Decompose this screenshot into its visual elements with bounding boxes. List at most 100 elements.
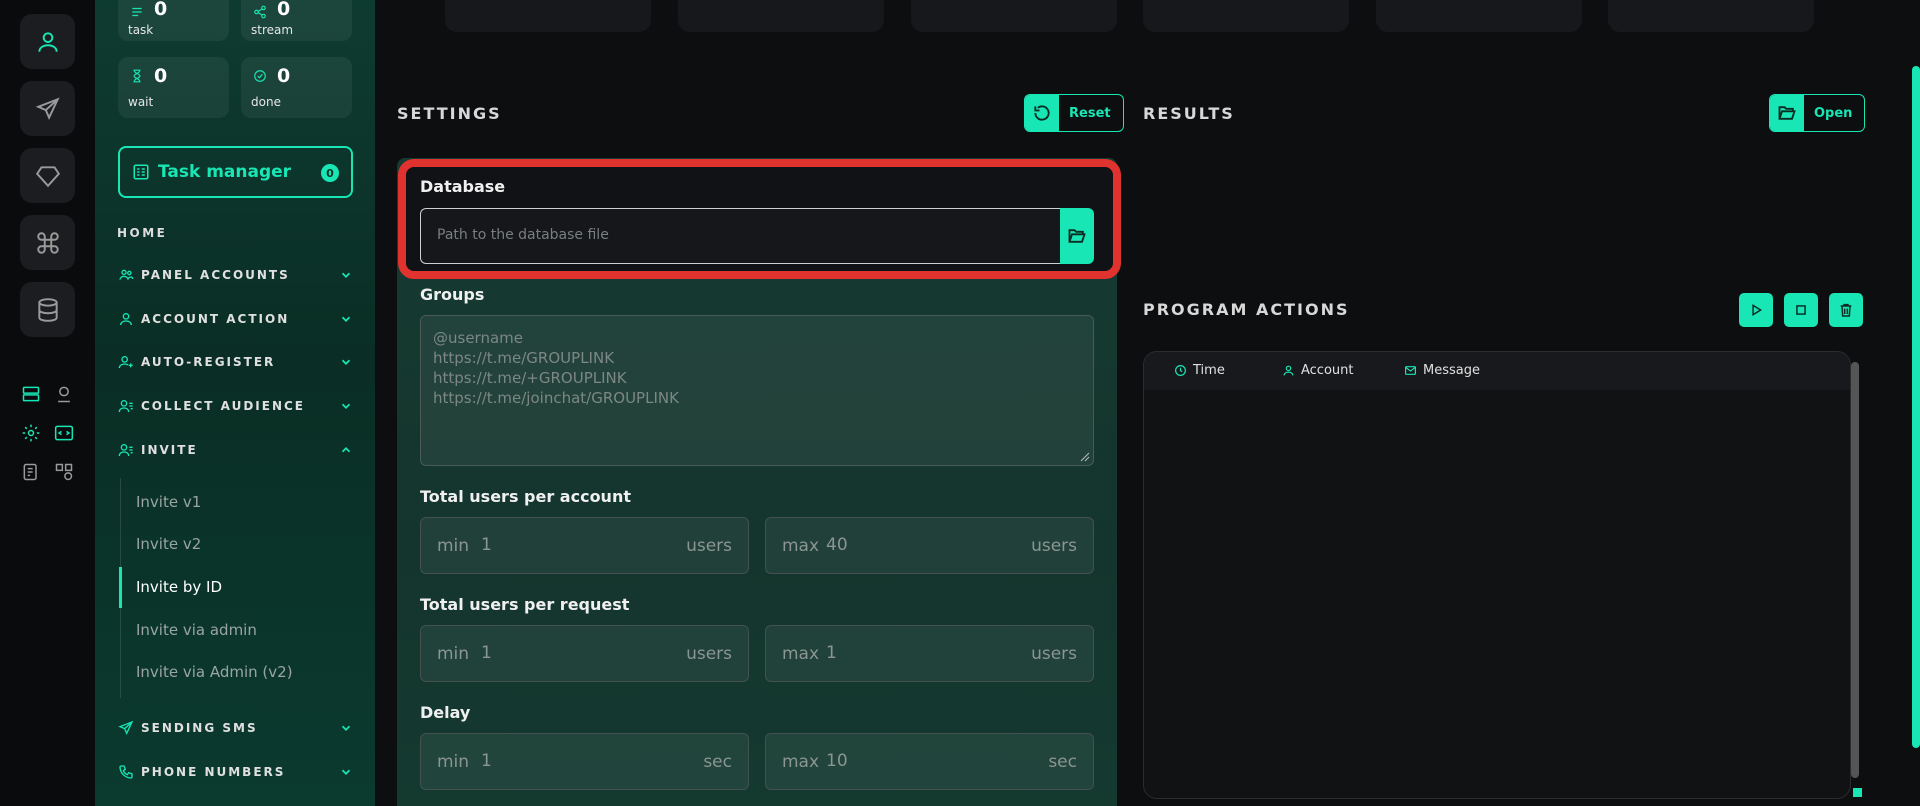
trash-icon bbox=[1840, 303, 1852, 317]
unit-label: sec bbox=[1048, 752, 1077, 772]
log-column-account[interactable]: Account bbox=[1282, 363, 1354, 378]
nav-panel-accounts[interactable]: PANEL ACCOUNTS bbox=[117, 264, 353, 286]
chevron-down-icon bbox=[341, 272, 351, 278]
clear-log-button[interactable] bbox=[1829, 293, 1863, 327]
database-placeholder: Path to the database file bbox=[437, 227, 609, 243]
users-per-request-max-input[interactable]: max 1 users bbox=[765, 625, 1094, 682]
delay-min-input[interactable]: min 1 sec bbox=[420, 733, 749, 790]
folder-open-icon bbox=[1778, 106, 1796, 120]
submenu-invite-by-id[interactable]: Invite by ID bbox=[136, 578, 222, 596]
groups-textarea[interactable]: @username https://t.me/GROUPLINK https:/… bbox=[420, 315, 1094, 466]
user-icon bbox=[1283, 365, 1294, 376]
chevron-down-icon bbox=[341, 725, 351, 731]
user-list-icon bbox=[118, 444, 133, 457]
nav-auto-register[interactable]: AUTO-REGISTER bbox=[117, 351, 353, 373]
user-plus-icon bbox=[118, 356, 133, 369]
nav-home[interactable]: HOME bbox=[117, 226, 167, 240]
open-label: Open bbox=[1814, 105, 1853, 121]
stat-label: stream bbox=[251, 23, 294, 37]
check-circle-icon bbox=[254, 70, 266, 82]
nav-label: PHONE NUMBERS bbox=[141, 765, 286, 779]
submenu-invite-via-admin[interactable]: Invite via admin bbox=[136, 621, 257, 639]
command-icon[interactable] bbox=[20, 215, 75, 270]
users-per-request-max-value: 1 bbox=[826, 643, 837, 663]
groups-placeholder-line: https://t.me/joinchat/GROUPLINK bbox=[433, 389, 679, 407]
unit-label: users bbox=[1031, 644, 1077, 664]
delay-max-input[interactable]: max 10 sec bbox=[765, 733, 1094, 790]
stat-stream: 0 stream bbox=[241, 0, 352, 41]
min-prefix: min bbox=[437, 752, 470, 772]
log-column-time[interactable]: Time bbox=[1174, 363, 1225, 378]
log-resize-corner[interactable] bbox=[1853, 788, 1862, 797]
chevron-down-icon bbox=[341, 316, 351, 322]
log-header: Time Account Message bbox=[1144, 352, 1850, 390]
users-per-request-label: Total users per request bbox=[420, 595, 630, 614]
diamond-icon[interactable] bbox=[20, 148, 75, 203]
users-per-account-min-value: 1 bbox=[481, 535, 492, 555]
stat-label: task bbox=[128, 23, 154, 37]
groups-placeholder-line: https://t.me/+GROUPLINK bbox=[433, 369, 627, 387]
resize-handle-icon[interactable] bbox=[1080, 452, 1090, 462]
unit-label: users bbox=[1031, 536, 1077, 556]
top-card[interactable] bbox=[911, 0, 1117, 32]
max-prefix: max bbox=[782, 536, 820, 556]
database-path-input[interactable]: Path to the database file bbox=[420, 208, 1060, 264]
open-button[interactable]: Open bbox=[1769, 94, 1866, 132]
nav-account-action[interactable]: ACCOUNT ACTION bbox=[117, 308, 353, 330]
sidebar: 0 task 0 stream 0 wait 0 done Task manag… bbox=[95, 0, 375, 806]
checklist-icon[interactable] bbox=[20, 461, 42, 483]
unit-label: users bbox=[686, 644, 732, 664]
share-icon bbox=[254, 5, 266, 19]
nav-sending-sms[interactable]: SENDING SMS bbox=[117, 717, 353, 739]
server-icon[interactable] bbox=[20, 383, 42, 405]
users-per-request-min-input[interactable]: min 1 users bbox=[420, 625, 749, 682]
database-browse-button[interactable] bbox=[1060, 208, 1094, 264]
page-scrollbar-thumb[interactable] bbox=[1912, 66, 1920, 748]
icon-rail bbox=[0, 0, 95, 806]
nav-phone-numbers[interactable]: PHONE NUMBERS bbox=[117, 761, 353, 783]
users-per-request-min-value: 1 bbox=[481, 643, 492, 663]
top-card[interactable] bbox=[1376, 0, 1582, 32]
reset-button[interactable]: Reset bbox=[1024, 94, 1124, 132]
nav-label: PANEL ACCOUNTS bbox=[141, 268, 290, 282]
database-icon[interactable] bbox=[20, 282, 75, 337]
nav-label: AUTO-REGISTER bbox=[141, 355, 276, 369]
task-manager-button[interactable]: Task manager 0 bbox=[118, 146, 353, 198]
groups-label: Groups bbox=[420, 285, 485, 304]
hourglass-icon bbox=[133, 69, 141, 83]
nav-invite[interactable]: INVITE bbox=[117, 439, 353, 461]
log-scrollbar[interactable] bbox=[1851, 362, 1859, 778]
top-card[interactable] bbox=[678, 0, 884, 32]
gear-icon[interactable] bbox=[20, 422, 42, 444]
top-card[interactable] bbox=[445, 0, 651, 32]
send-icon[interactable] bbox=[20, 81, 75, 136]
nav-collect-audience[interactable]: COLLECT AUDIENCE bbox=[117, 395, 353, 417]
user-icon[interactable] bbox=[20, 14, 75, 69]
users-per-account-max-input[interactable]: max 40 users bbox=[765, 517, 1094, 574]
stat-done: 0 done bbox=[241, 57, 352, 118]
shapes-icon[interactable] bbox=[53, 461, 75, 483]
refresh-icon bbox=[1034, 105, 1050, 121]
program-actions-log[interactable]: Time Account Message bbox=[1143, 351, 1851, 799]
min-prefix: min bbox=[437, 536, 470, 556]
users-per-account-min-input[interactable]: min 1 users bbox=[420, 517, 749, 574]
stat-task: 0 task bbox=[118, 0, 229, 41]
program-actions-title: PROGRAM ACTIONS bbox=[1143, 300, 1350, 319]
log-column-label: Message bbox=[1423, 363, 1480, 378]
top-card[interactable] bbox=[1608, 0, 1814, 32]
submenu-invite-via-admin-v2[interactable]: Invite via Admin (v2) bbox=[136, 663, 293, 681]
user-pin-icon[interactable] bbox=[53, 383, 75, 405]
task-manager-label: Task manager bbox=[158, 162, 292, 182]
stat-value: 0 bbox=[154, 0, 168, 20]
reset-label: Reset bbox=[1069, 105, 1111, 121]
code-icon[interactable] bbox=[53, 422, 75, 444]
delay-min-value: 1 bbox=[481, 751, 492, 771]
log-column-message[interactable]: Message bbox=[1404, 363, 1480, 378]
top-card[interactable] bbox=[1143, 0, 1349, 32]
groups-placeholder-line: @username bbox=[433, 329, 523, 347]
stop-button[interactable] bbox=[1784, 293, 1818, 327]
submenu-invite-v1[interactable]: Invite v1 bbox=[136, 493, 201, 511]
play-icon bbox=[1752, 304, 1763, 316]
submenu-invite-v2[interactable]: Invite v2 bbox=[136, 535, 201, 553]
play-button[interactable] bbox=[1739, 293, 1773, 327]
